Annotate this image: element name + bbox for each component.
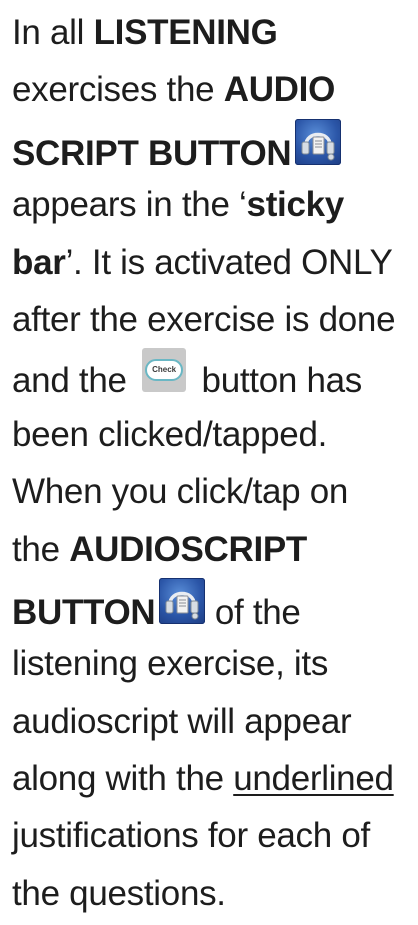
text-line: SCRIPT BUTTON <box>12 118 418 176</box>
bold-text: sticky <box>246 185 345 225</box>
text-line: appears in the ‘sticky <box>12 176 418 233</box>
text-line: When you click/tap on <box>12 463 418 520</box>
text-segment: after the exercise is done <box>12 299 396 339</box>
bold-text: AUDIOSCRIPT <box>69 529 308 569</box>
text-line: In all LISTENING <box>12 4 418 61</box>
text-line: along with the underlined <box>12 750 418 807</box>
text-segment: exercises the <box>12 70 224 110</box>
text-segment: ’. It is activated ONLY <box>65 242 393 282</box>
text-segment: the <box>12 529 70 569</box>
text-line: been clicked/tapped. <box>12 406 418 463</box>
text-line: and the Check button has <box>12 348 418 405</box>
text-line: after the exercise is done <box>12 291 418 348</box>
text-segment: justifications for each of <box>12 816 370 856</box>
text-segment: the questions. <box>12 873 226 913</box>
check-button-icon: Check <box>142 348 187 393</box>
text-segment: been clicked/tapped. <box>12 414 328 454</box>
text-segment: audioscript will appear <box>12 701 352 741</box>
bold-text: SCRIPT BUTTON <box>12 133 292 173</box>
text-line: bar’. It is activated ONLY <box>12 234 418 291</box>
text-line: exercises the AUDIO <box>12 61 418 118</box>
text-segment: When you click/tap on <box>12 472 349 512</box>
bold-text: BUTTON <box>12 592 156 632</box>
text-segment: appears in the ‘ <box>12 185 247 225</box>
text-segment: button has <box>192 361 363 401</box>
bold-text: LISTENING <box>93 13 278 52</box>
instruction-text-block: In all LISTENING exercises the AUDIO SCRIP… <box>12 4 418 922</box>
text-segment: listening exercise, its <box>12 644 329 684</box>
text-segment: In all <box>12 13 94 52</box>
text-line: audioscript will appear <box>12 693 418 750</box>
text-line: the AUDIOSCRIPT <box>12 521 418 578</box>
underlined-text: underlined <box>233 759 394 799</box>
text-segment: and the <box>12 361 137 401</box>
check-button-label: Check <box>145 359 184 382</box>
text-line: justifications for each of <box>12 807 418 864</box>
audio-script-icon <box>295 118 342 165</box>
audio-script-icon <box>159 577 206 624</box>
bold-text: AUDIO <box>223 70 336 110</box>
text-line: the questions. <box>12 865 418 922</box>
text-line: listening exercise, its <box>12 635 418 692</box>
text-segment: of the <box>205 592 301 632</box>
text-line: BUTTON of the <box>12 577 418 635</box>
bold-text: bar <box>12 242 66 282</box>
text-segment: along with the <box>12 759 234 799</box>
